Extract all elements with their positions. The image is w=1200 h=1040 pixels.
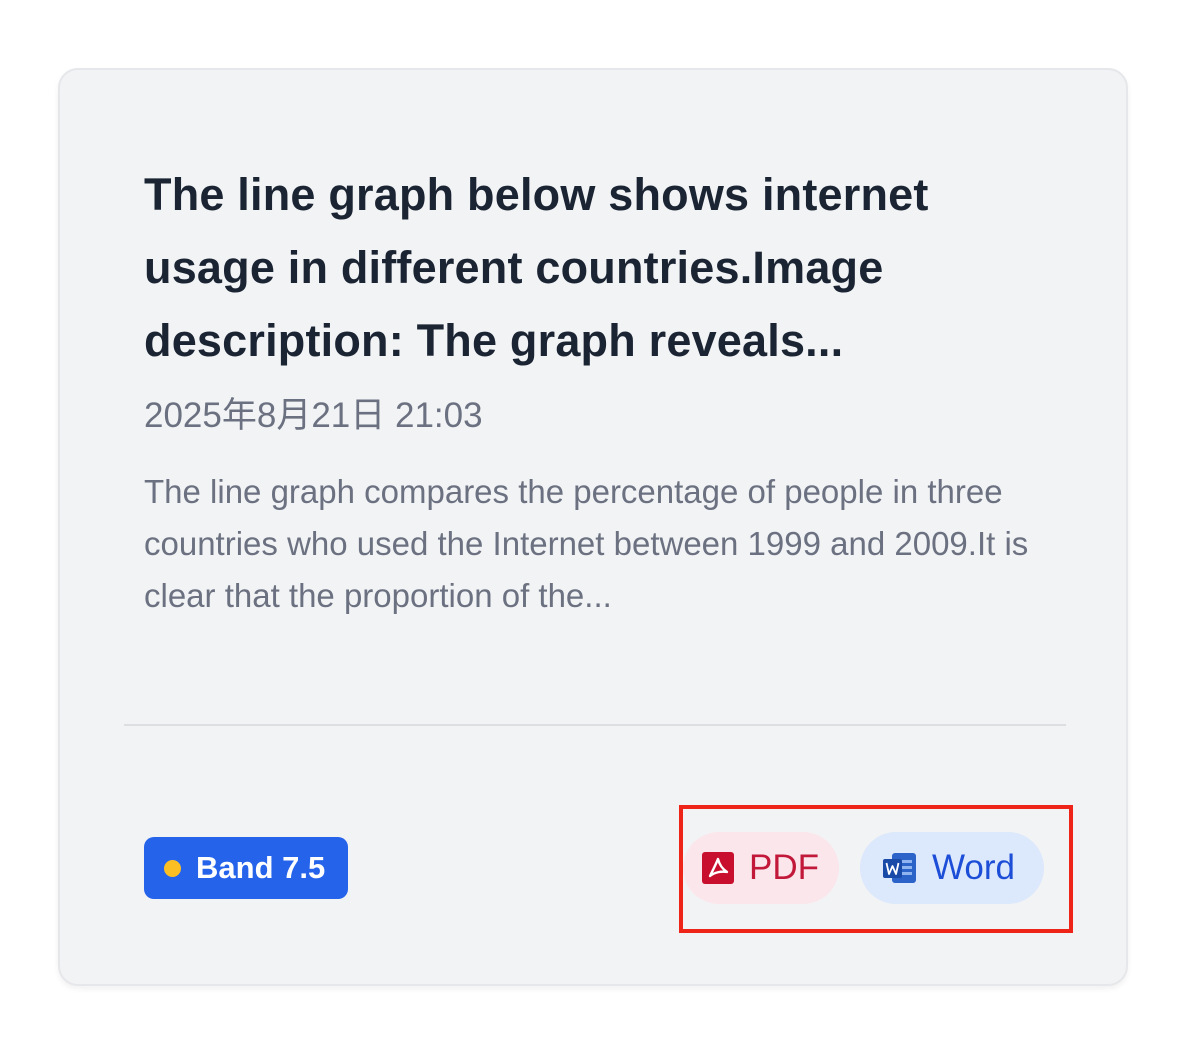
band-score-label: Band 7.5 [196, 850, 326, 885]
divider [124, 724, 1066, 726]
download-word-button[interactable]: Word [860, 832, 1044, 904]
pdf-icon [701, 851, 735, 885]
essay-card[interactable]: The line graph below shows internet usag… [58, 68, 1128, 986]
download-pdf-button[interactable]: PDF [683, 832, 839, 904]
word-label: Word [932, 848, 1015, 887]
essay-title: The line graph below shows internet usag… [144, 169, 929, 366]
essay-excerpt: The line graph compares the percentage o… [144, 473, 1029, 614]
word-icon [882, 851, 918, 885]
pdf-label: PDF [749, 848, 819, 887]
band-score-badge: Band 7.5 [144, 837, 348, 899]
status-dot-icon [164, 859, 181, 877]
essay-date: 2025年8月21日 21:03 [144, 396, 483, 435]
